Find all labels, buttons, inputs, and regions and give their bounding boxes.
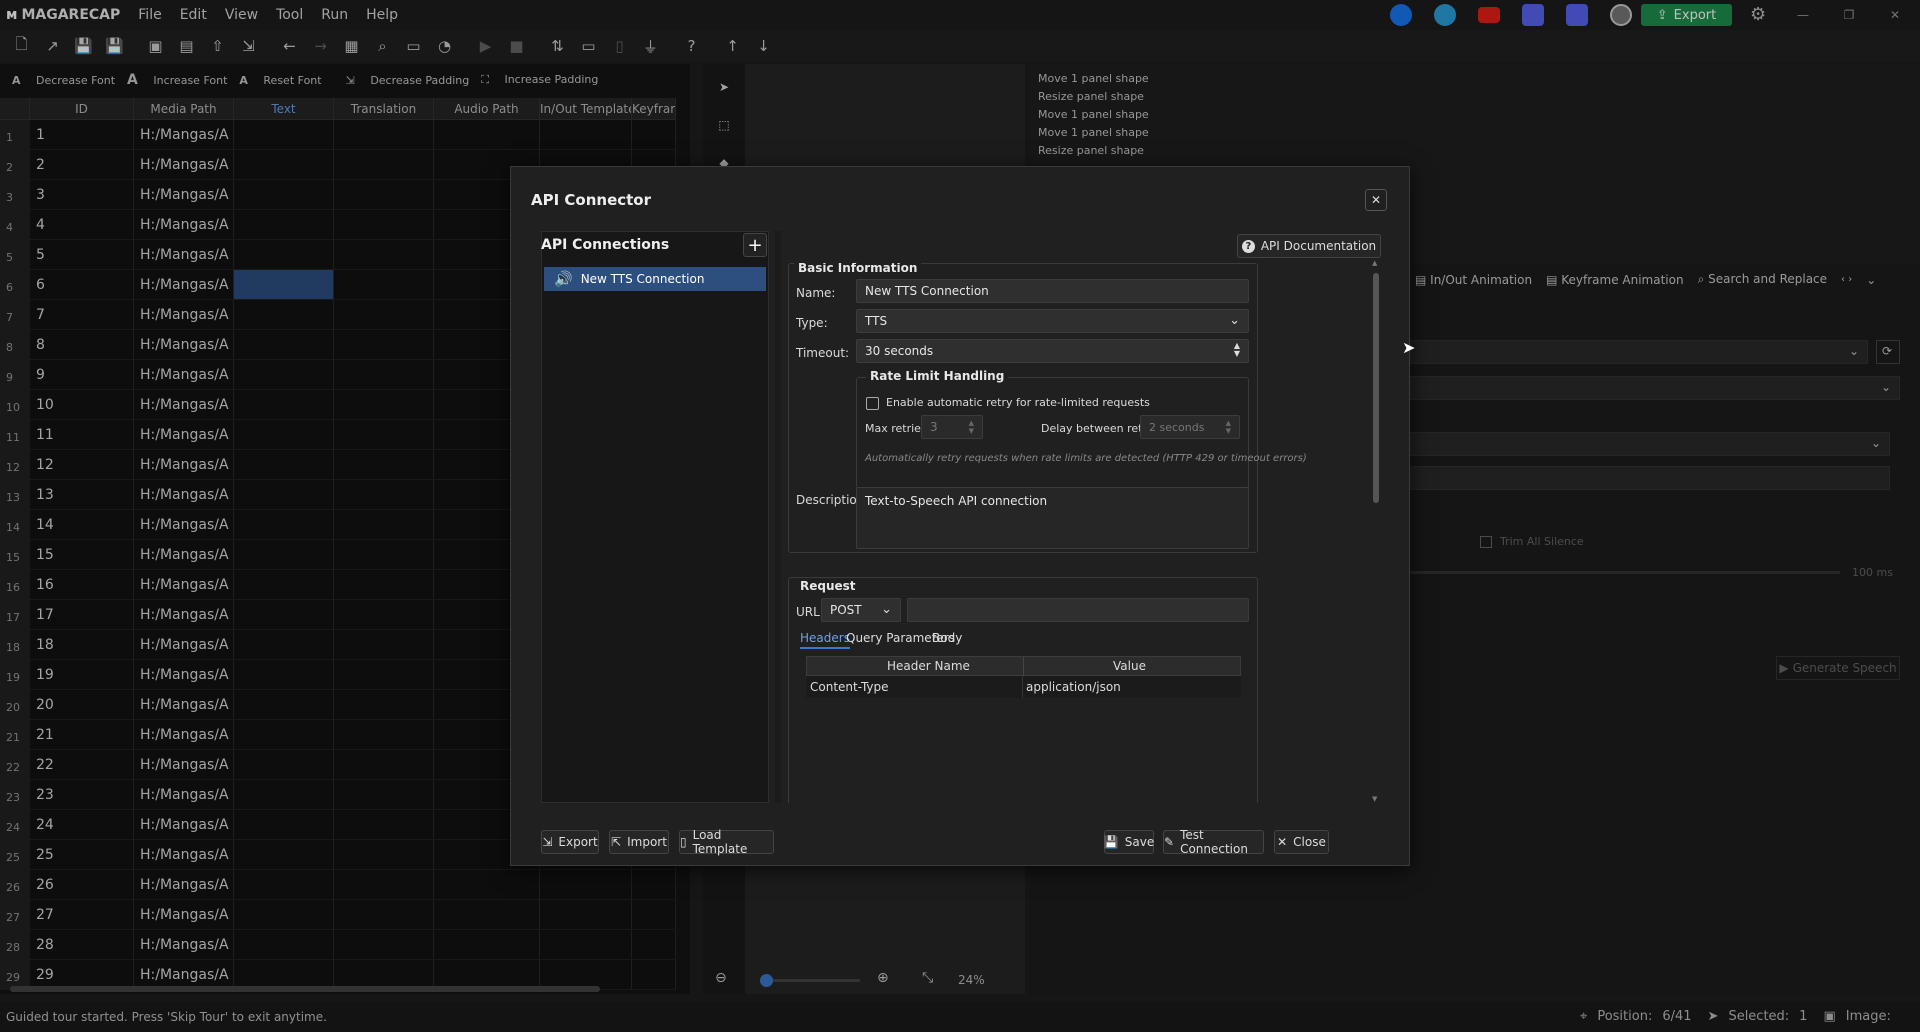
export-config-button[interactable]: ⇲ Export xyxy=(541,830,599,854)
rate-note: Automatically retry requests when rate l… xyxy=(865,453,1307,464)
test-connection-button[interactable]: ✎ Test Connection xyxy=(1163,828,1264,856)
basic-info-title: Basic Information xyxy=(794,263,922,275)
method-select[interactable]: POST ⌄ xyxy=(821,598,901,622)
timeout-value: 30 seconds xyxy=(865,344,934,358)
header-name-cell[interactable]: Content-Type xyxy=(810,680,889,694)
close-icon: ✕ xyxy=(1277,835,1288,849)
chevron-down-icon: ⌄ xyxy=(1229,313,1240,328)
name-input[interactable]: New TTS Connection xyxy=(856,279,1249,303)
timeout-spinner[interactable]: 30 seconds ▲ ▼ xyxy=(856,339,1249,363)
type-label: Type: xyxy=(796,316,828,330)
delay-spinner[interactable]: 2 seconds ▲ ▼ xyxy=(1140,415,1240,439)
name-label: Name: xyxy=(796,286,836,300)
document-icon: ▯ xyxy=(680,835,687,849)
rate-limit-title: Rate Limit Handling xyxy=(866,369,1009,383)
description-textarea[interactable]: Text-to-Speech API connection xyxy=(856,487,1249,549)
chevron-down-icon: ⌄ xyxy=(881,602,892,617)
max-retries-spinner[interactable]: 3 ▲ ▼ xyxy=(921,415,983,439)
request-title: Request xyxy=(796,579,860,593)
tab-body[interactable]: Body xyxy=(932,631,962,645)
spinner-arrows-icon[interactable]: ▲ ▼ xyxy=(1226,419,1231,435)
import-config-label: Import xyxy=(627,835,667,849)
header-value-cell[interactable]: application/json xyxy=(1026,680,1121,694)
header-name-col: Header Name xyxy=(887,659,970,673)
save-button[interactable]: 💾 Save xyxy=(1104,830,1154,854)
connections-list xyxy=(541,231,769,803)
dialog-title: API Connector xyxy=(531,191,652,209)
tab-headers[interactable]: Headers xyxy=(800,631,850,649)
connections-title: API Connections xyxy=(541,237,670,253)
headers-table-head: Header Name Value xyxy=(806,656,1241,677)
close-icon[interactable]: ✕ xyxy=(1365,189,1387,211)
load-template-button[interactable]: ▯ Load Template xyxy=(679,828,774,856)
import-config-button[interactable]: ⇱ Import xyxy=(609,830,669,854)
help-icon: ? xyxy=(1241,239,1255,253)
headers-table-row[interactable]: Content-Type application/json xyxy=(806,676,1241,698)
wrench-icon: ✎ xyxy=(1164,835,1175,849)
timeout-label: Timeout: xyxy=(796,346,850,360)
save-icon: 💾 xyxy=(1103,835,1119,849)
max-retries-value: 3 xyxy=(930,420,938,434)
type-select[interactable]: TTS ⌄ xyxy=(856,309,1249,333)
spinner-arrows-icon[interactable]: ▲ ▼ xyxy=(969,419,974,435)
method-value: POST xyxy=(830,603,862,617)
add-connection-button[interactable]: + xyxy=(743,233,767,257)
export-config-label: Export xyxy=(558,835,598,849)
mouse-cursor-icon: ➤ xyxy=(1402,338,1416,357)
api-documentation-button[interactable]: ? API Documentation xyxy=(1237,234,1381,258)
load-template-label: Load Template xyxy=(692,828,748,856)
header-value-col: Value xyxy=(1113,659,1146,673)
retry-label: Enable automatic retry for rate-limited … xyxy=(886,396,1150,409)
type-value: TTS xyxy=(865,314,888,328)
api-connector-dialog: API Connector ✕ API Connections + 🔊 New … xyxy=(510,166,1410,866)
test-connection-label: Test Connection xyxy=(1180,828,1248,856)
connection-item[interactable]: 🔊 New TTS Connection xyxy=(544,267,766,291)
import-icon: ⇱ xyxy=(611,835,622,849)
spinner-arrows-icon[interactable]: ▲ ▼ xyxy=(1234,342,1240,358)
form-scrollbar[interactable]: ▲ ▼ xyxy=(1371,259,1381,803)
delay-value: 2 seconds xyxy=(1149,420,1205,434)
form-scrollbar-thumb[interactable] xyxy=(1373,273,1379,503)
connection-item-label: New TTS Connection xyxy=(580,272,705,286)
api-documentation-label: API Documentation xyxy=(1260,239,1377,253)
save-label: Save xyxy=(1124,835,1155,849)
close-button[interactable]: ✕ Close xyxy=(1274,830,1329,854)
close-label: Close xyxy=(1293,835,1326,849)
splitter-handle[interactable] xyxy=(775,231,781,803)
retry-checkbox[interactable] xyxy=(866,397,879,410)
url-label: URL: xyxy=(796,605,824,619)
url-input[interactable] xyxy=(907,598,1249,622)
export-icon: ⇲ xyxy=(542,835,553,849)
speaker-icon: 🔊 xyxy=(554,270,573,288)
connection-form: Basic Information Name: New TTS Connecti… xyxy=(786,263,1371,803)
